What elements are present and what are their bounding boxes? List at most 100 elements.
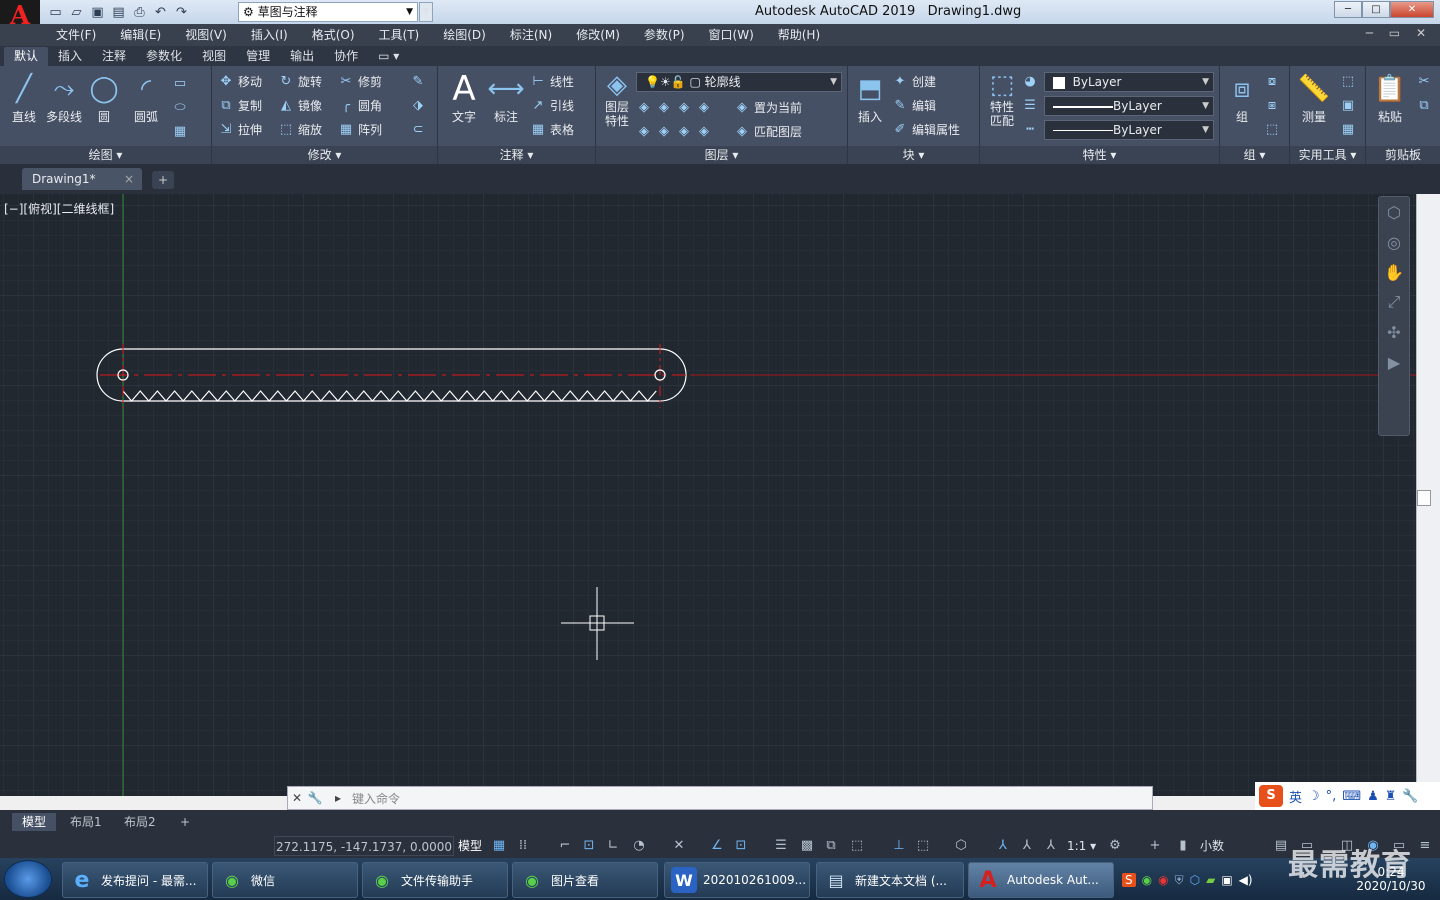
cube-icon[interactable]: ⬡ (1190, 873, 1200, 887)
save-icon[interactable]: ▣ (88, 3, 107, 22)
dynamic-ucs-icon[interactable]: ⊥ (888, 836, 910, 856)
lineweight-icon-button[interactable]: ☰ (1022, 94, 1038, 116)
utilities-panel-title[interactable]: 实用工具 ▾ (1290, 146, 1365, 164)
annotation-visibility-icon[interactable]: ⅄ (992, 836, 1014, 856)
trim-button[interactable]: ✂ 修剪 (338, 70, 382, 92)
insert-block-button[interactable]: ⬒ 插入 (850, 70, 890, 125)
showmotion-icon[interactable]: ▶ (1379, 347, 1409, 377)
workspace-switch-icon[interactable]: ⚙ (1104, 836, 1126, 856)
moon-icon[interactable]: ☽ (1308, 789, 1320, 804)
auto-scale-icon[interactable]: ⅄ (1016, 836, 1038, 856)
ribbon-minimize-toggle[interactable]: ▭ ▾ (368, 47, 409, 66)
ungroup-button[interactable]: ⧇ (1264, 70, 1280, 92)
netease-icon[interactable]: ◉ (1158, 873, 1168, 887)
open-file-icon[interactable]: ▱ (67, 3, 86, 22)
close-button[interactable]: ✕ (1390, 1, 1434, 18)
match-properties-button[interactable]: ⬚ 特性 匹配 (982, 70, 1022, 128)
zoom-icon[interactable]: ⤢ (1379, 287, 1409, 317)
menu-insert[interactable]: 插入(I) (239, 24, 300, 46)
copy-button[interactable]: ⧉ 复制 (218, 94, 262, 116)
properties-panel-title[interactable]: 特性 ▾ (980, 146, 1219, 164)
selection-cycling-icon[interactable]: ⧉ (820, 836, 842, 856)
measure-button[interactable]: 📏 测量 (1294, 70, 1334, 125)
group-select-button[interactable]: ⬚ (1264, 118, 1280, 140)
wrench-icon[interactable]: 🔧 (306, 791, 324, 805)
snap-icon[interactable]: ⁞⁞ (512, 836, 534, 856)
ortho-icon[interactable]: ∟ (602, 836, 624, 856)
volume-icon[interactable]: ◀) (1239, 873, 1253, 887)
gizmo-icon[interactable]: ⬡ (950, 836, 972, 856)
taskbar-word-doc[interactable]: W 202010261009... (664, 862, 810, 898)
network-icon[interactable]: ▣ (1221, 873, 1232, 887)
command-input[interactable]: 键入命令 (352, 790, 400, 807)
vertical-scroll-thumb[interactable] (1417, 490, 1431, 506)
text-button[interactable]: A 文字 (444, 69, 484, 125)
menu-parametric[interactable]: 参数(P) (632, 24, 697, 46)
skin-icon[interactable]: ♜ (1385, 789, 1397, 804)
units-icon[interactable]: ▮ (1172, 836, 1194, 856)
create-block-button[interactable]: ✦ 创建 (892, 70, 936, 92)
minimize-button[interactable]: ─ (1334, 1, 1362, 18)
tab-collaborate[interactable]: 协作 (324, 47, 368, 66)
layer-properties-button[interactable]: ◈ 图层 特性 (598, 70, 636, 128)
set-current-button[interactable]: ◈ 置为当前 (734, 96, 802, 118)
taskbar-wechat[interactable]: ◉ 微信 (212, 862, 358, 898)
explode-button[interactable]: ⬗ (410, 94, 426, 116)
polyline-button[interactable]: ⤳ 多段线 (44, 70, 84, 125)
object-snap-icon[interactable]: ⊡ (730, 836, 752, 856)
new-file-icon[interactable]: ▭ (46, 3, 65, 22)
draw-panel-title[interactable]: 绘图 ▾ (0, 146, 211, 164)
calculator-button[interactable]: ▦ (1340, 118, 1356, 140)
units-dropdown[interactable]: 小数 (1200, 836, 1224, 856)
tab-view[interactable]: 视图 (192, 47, 236, 66)
punctuation-icon[interactable]: °, (1326, 789, 1337, 804)
move-button[interactable]: ✥ 移动 (218, 70, 262, 92)
layer-dropdown[interactable]: 💡☀🔓 ▢ 轮廓线 ▼ (636, 72, 842, 92)
line-button[interactable]: ╱ 直线 (4, 70, 44, 125)
tab-default[interactable]: 默认 (4, 47, 49, 66)
close-icon[interactable]: ✕ (288, 791, 306, 805)
annotation-scale-icon[interactable]: ⅄ (1040, 836, 1062, 856)
linear-button[interactable]: ⊢ 线性 (530, 70, 574, 92)
doc-tab-drawing1[interactable]: Drawing1* × (22, 168, 142, 190)
coordinate-readout[interactable]: 272.1175, -147.1737, 0.0000 (274, 836, 454, 856)
linetype-icon-button[interactable]: ┅ (1022, 118, 1038, 140)
menu-file[interactable]: 文件(F) (44, 24, 108, 46)
grid-icon[interactable]: ▦ (488, 836, 510, 856)
user-icon[interactable]: ♟ (1367, 789, 1379, 804)
add-layout-button[interactable]: + (170, 813, 200, 831)
leader-button[interactable]: ↗ 引线 (530, 94, 574, 116)
layer-tools-row1[interactable]: ◈ ◈ ◈ ◈ (636, 96, 712, 118)
edit-block-button[interactable]: ✎ 编辑 (892, 94, 936, 116)
sogou-tray-icon[interactable]: S (1122, 873, 1136, 887)
arc-button[interactable]: ◜ 圆弧 (126, 70, 166, 125)
stretch-button[interactable]: ⇲ 拉伸 (218, 118, 262, 140)
annotation-monitor-icon[interactable]: + (1144, 836, 1166, 856)
annotation-scale[interactable]: 1:1 ▾ (1067, 836, 1096, 856)
select-all-button[interactable]: ▣ (1340, 94, 1356, 116)
rectangle-button[interactable]: ▭ (172, 72, 188, 94)
taskbar-autocad[interactable]: A Autodesk Aut... (968, 862, 1114, 898)
steering-wheel-icon[interactable]: ◎ (1379, 227, 1409, 257)
scale-button[interactable]: ⬚ 缩放 (278, 118, 322, 140)
copy-clip-button[interactable]: ⧉ (1416, 94, 1432, 116)
shield-icon[interactable]: ⛨ (1175, 873, 1184, 888)
taskbar-notepad[interactable]: ▤ 新建文本文档 (... (816, 862, 964, 898)
command-prompt-icon[interactable]: ▸ (324, 791, 352, 805)
3d-osnap-icon[interactable]: ⬚ (846, 836, 868, 856)
modify-panel-title[interactable]: 修改 ▾ (212, 146, 437, 164)
model-space-toggle[interactable]: 模型 (458, 836, 482, 856)
selection-filter-icon[interactable]: ⬚ (912, 836, 934, 856)
hatch-button[interactable]: ⬭ (172, 96, 188, 118)
workspace-dropdown[interactable]: ⚙ 草图与注释 ▼ (238, 2, 418, 22)
ime-language[interactable]: 英 (1289, 787, 1302, 806)
boundary-button[interactable]: ▦ (172, 120, 188, 142)
command-line[interactable]: ✕ 🔧 ▸ 键入命令 (287, 786, 1153, 810)
pan-icon[interactable]: ✋ (1379, 257, 1409, 287)
transparency-icon[interactable]: ▩ (796, 836, 818, 856)
close-icon[interactable]: × (124, 168, 134, 190)
viewcube-icon[interactable]: ⬡ (1379, 197, 1409, 227)
edit-attributes-button[interactable]: ✐ 编辑属性 (892, 118, 960, 140)
save-as-icon[interactable]: ▤ (109, 3, 128, 22)
new-doc-tab-button[interactable]: + (152, 171, 174, 189)
